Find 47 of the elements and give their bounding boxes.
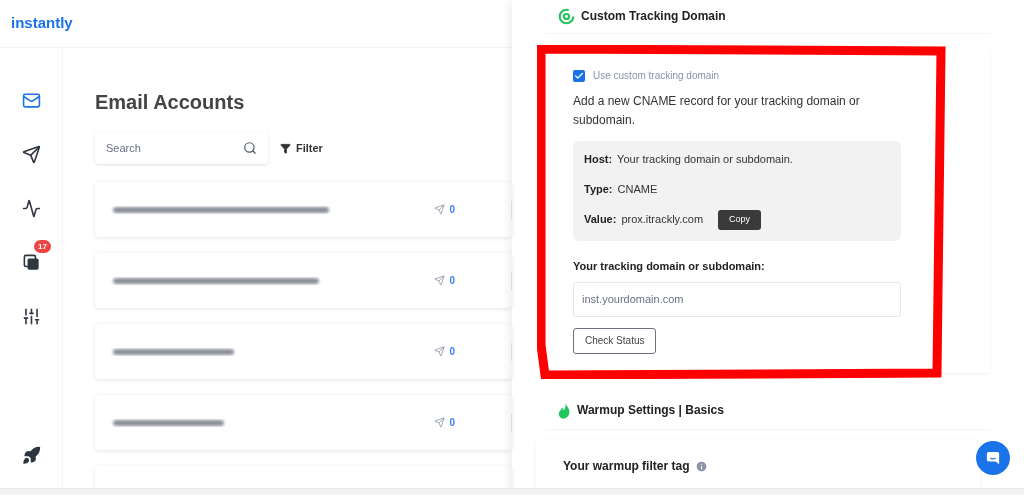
account-card[interactable]: 0 [95, 253, 512, 308]
flame-icon [558, 401, 571, 419]
chat-button[interactable] [976, 441, 1010, 475]
search-field[interactable]: Search [95, 132, 268, 164]
page-title: Email Accounts [95, 90, 246, 114]
stacked-squares-icon [21, 252, 41, 272]
notification-badge: 17 [34, 240, 51, 253]
sent-count: 0 [449, 203, 455, 217]
sliders-icon [21, 306, 41, 326]
send-icon [434, 204, 446, 215]
sent-count: 0 [449, 416, 455, 430]
checkbox-label: Use custom tracking domain [593, 69, 720, 83]
filter-button[interactable]: Filter [280, 139, 323, 157]
account-card[interactable]: 0 [95, 324, 512, 379]
chat-icon [986, 451, 1000, 465]
section-title: Warmup Settings | Basics [577, 402, 724, 419]
send-icon [434, 417, 446, 428]
logo: instantly [11, 13, 73, 34]
info-icon [695, 459, 709, 473]
search-icon [243, 141, 257, 155]
field-label: Your tracking domain or subdomain: [573, 259, 766, 274]
record-label: Type: [584, 182, 613, 198]
filter-icon [280, 142, 291, 154]
account-card[interactable]: 0 [95, 395, 512, 450]
record-label: Value: [584, 212, 617, 228]
copy-button[interactable]: Copy [718, 209, 762, 230]
record-label: Host: [584, 152, 613, 168]
send-icon [434, 346, 446, 357]
checkbox[interactable] [573, 69, 585, 82]
rocket-icon [21, 445, 41, 465]
mail-icon [21, 90, 41, 110]
check-icon [574, 70, 584, 81]
record-value: prox.itrackly.com [621, 212, 704, 228]
domain-input[interactable]: inst.yourdomain.com [573, 281, 901, 317]
section-title: Custom Tracking Domain [581, 8, 726, 25]
record-value: CNAME [617, 182, 658, 198]
record-value: Your tracking domain or subdomain. [617, 152, 793, 168]
sent-count: 0 [449, 274, 455, 288]
filter-tag-label: Your warmup filter tag [563, 458, 690, 475]
target-icon [558, 7, 575, 25]
description: Add a new CNAME record for your tracking domain or subdomain. [573, 93, 861, 129]
check-status-button[interactable]: Check Status [573, 327, 657, 354]
send-icon [434, 275, 446, 286]
sent-count: 0 [449, 345, 455, 359]
account-card[interactable]: 0 [95, 182, 512, 237]
chart-icon [21, 198, 41, 218]
send-icon [21, 144, 41, 164]
